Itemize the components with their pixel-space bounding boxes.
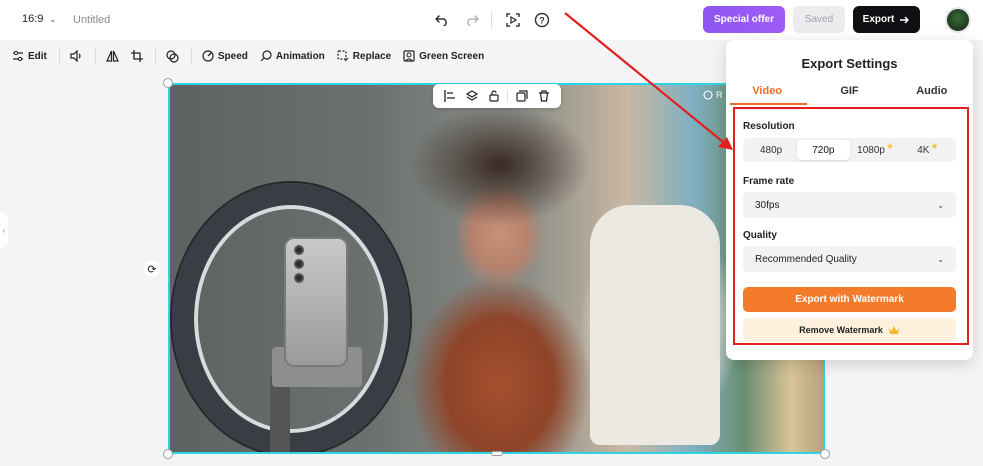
mask-tool-button[interactable] [166, 49, 179, 63]
help-icon[interactable]: ? [532, 10, 552, 30]
export-button-label: Export [862, 14, 895, 25]
speed-tool-button[interactable]: Speed [202, 50, 248, 62]
aspect-ratio-label: 16:9 [22, 13, 44, 25]
crop-tool-button[interactable] [130, 50, 143, 62]
toolbar-divider [154, 49, 156, 63]
duplicate-icon[interactable] [514, 88, 530, 104]
edit-tool-button[interactable]: Edit [12, 50, 47, 62]
delete-icon[interactable] [536, 88, 552, 104]
toolbar-divider [190, 49, 192, 63]
export-button[interactable]: Export [853, 6, 920, 33]
floating-toolbar-divider [507, 90, 509, 102]
phone-shape [284, 237, 348, 367]
tab-video[interactable]: Video [726, 84, 808, 104]
undo-icon[interactable] [432, 10, 452, 30]
preview-icon[interactable] [503, 10, 523, 30]
edit-toolbar: Edit Speed Animation Replace Green Scree… [12, 43, 772, 69]
lock-icon[interactable] [486, 88, 502, 104]
tab-audio[interactable]: Audio [891, 84, 973, 104]
layers-icon[interactable] [464, 88, 480, 104]
project-title[interactable]: Untitled [73, 14, 110, 26]
arrow-right-icon [900, 16, 910, 23]
animation-tool-button[interactable]: Animation [260, 50, 325, 62]
green-screen-tool-label: Green Screen [419, 50, 485, 62]
crop-icon [130, 50, 143, 62]
edit-tool-label: Edit [28, 50, 47, 62]
refresh-icon [703, 90, 713, 100]
speed-tool-label: Speed [217, 50, 248, 62]
toolbar-divider [94, 49, 96, 63]
export-format-tabs: Video GIF Audio [726, 84, 973, 104]
chevron-down-icon: ⌄ [49, 15, 57, 24]
sliders-icon [13, 50, 23, 62]
rotate-icon[interactable]: ⟳ [144, 261, 160, 277]
replace-icon [337, 50, 349, 62]
align-icon[interactable] [442, 88, 458, 104]
flip-tool-button[interactable] [105, 50, 119, 62]
tab-gif[interactable]: GIF [808, 84, 890, 104]
toolbar-divider [491, 12, 492, 28]
camera-lens-shape [294, 259, 304, 269]
top-bar: 16:9 ⌄ Untitled ? Special offer Saved Exp… [0, 0, 983, 40]
redo-icon[interactable] [462, 10, 482, 30]
animation-tool-label: Animation [275, 50, 325, 62]
saved-status-button: Saved [793, 6, 845, 33]
camera-lens-shape [294, 273, 304, 283]
active-tab-indicator [730, 103, 807, 105]
resize-handle-bottom-left[interactable] [163, 449, 173, 459]
collapse-panel-handle[interactable]: ‹ [0, 212, 8, 248]
green-screen-icon [403, 50, 415, 62]
export-settings-title: Export Settings [801, 56, 898, 71]
aspect-ratio-dropdown[interactable]: 16:9 ⌄ [22, 13, 56, 25]
resize-handle-bottom-right[interactable] [820, 449, 830, 459]
mask-icon [166, 49, 179, 63]
camera-lens-shape [294, 245, 304, 255]
flip-icon [105, 50, 119, 62]
resize-handle-bottom[interactable] [491, 451, 503, 456]
replace-tool-label: Replace [352, 50, 392, 62]
user-avatar[interactable] [945, 7, 971, 33]
volume-icon [70, 50, 81, 62]
annotation-highlight-box [733, 107, 969, 345]
volume-tool-button[interactable] [70, 50, 83, 62]
green-screen-tool-button[interactable]: Green Screen [403, 50, 484, 62]
garment-shape [590, 205, 720, 445]
replace-tool-button[interactable]: Replace [337, 50, 391, 62]
canvas-overlay-label[interactable]: R [703, 90, 723, 100]
speed-icon [202, 50, 214, 62]
svg-text:?: ? [539, 16, 545, 26]
resize-handle-top-left[interactable] [163, 78, 173, 88]
toolbar-divider [58, 49, 60, 63]
canvas-overlay-text: R [716, 90, 723, 100]
floating-clip-toolbar [433, 84, 561, 108]
animation-icon [260, 50, 272, 62]
special-offer-button[interactable]: Special offer [703, 6, 785, 33]
